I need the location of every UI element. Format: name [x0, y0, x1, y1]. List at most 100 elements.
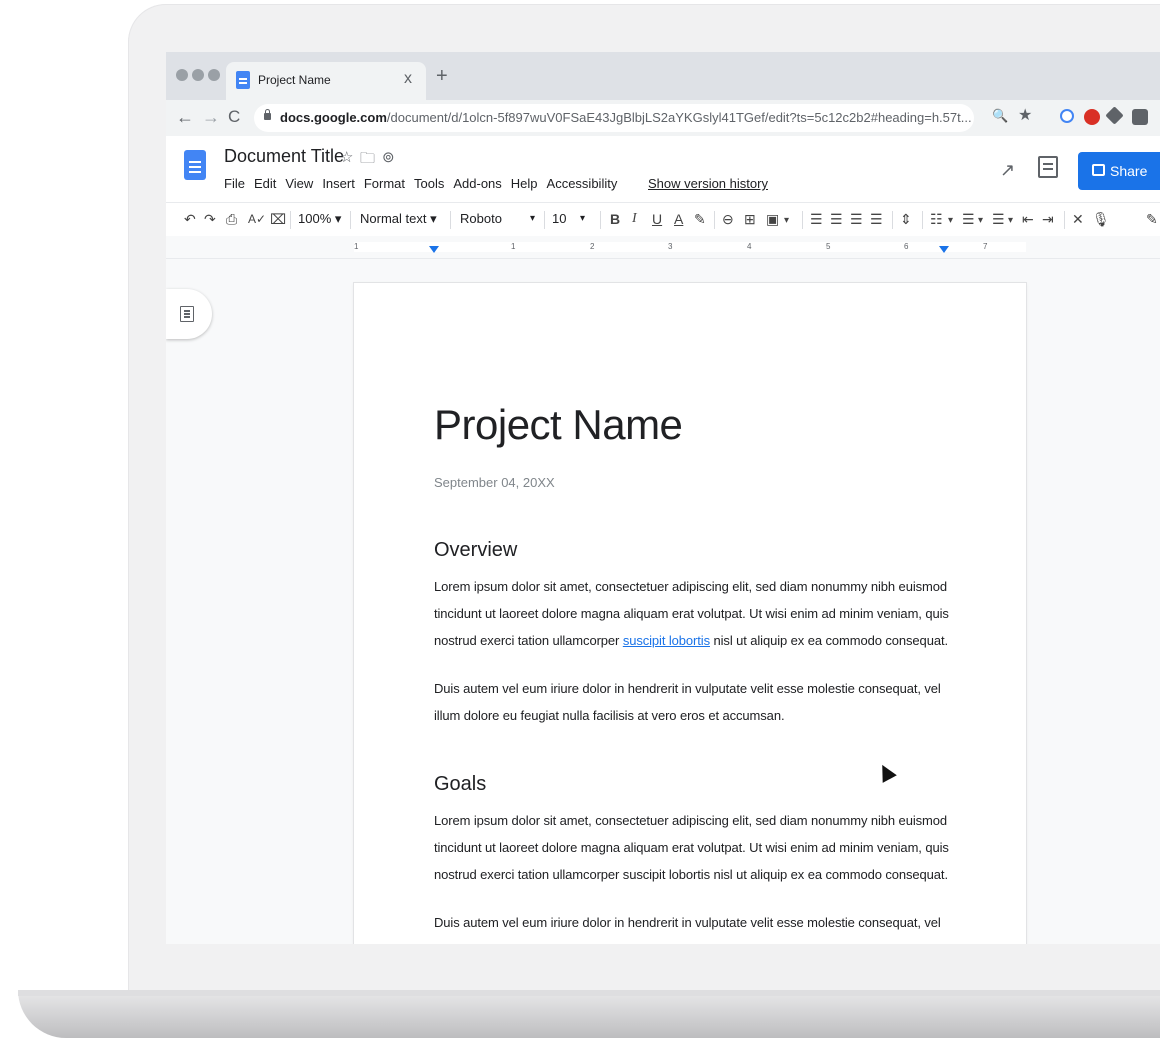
clear-formatting-icon[interactable]: ✕ — [1072, 210, 1084, 228]
increase-indent-icon[interactable]: ⇥ — [1042, 210, 1054, 228]
menu-add-ons[interactable]: Add-ons — [453, 176, 501, 191]
outline-icon — [180, 306, 194, 322]
window-zoom-dot[interactable] — [208, 69, 220, 81]
style-select[interactable]: Normal text ▾ — [360, 211, 437, 227]
back-button[interactable]: ← — [176, 107, 194, 127]
bookmark-star-icon[interactable]: ★ — [1018, 105, 1032, 125]
ruler-number: 1 — [354, 242, 359, 251]
microphone-icon[interactable]: 🎙 — [1092, 210, 1110, 228]
menu-help[interactable]: Help — [511, 176, 538, 191]
ruler-number: 7 — [983, 242, 988, 251]
zoom-icon[interactable]: 🔍 — [992, 108, 1008, 124]
menu-format[interactable]: Format — [364, 176, 405, 191]
folder-icon[interactable]: 🗀 — [360, 148, 375, 173]
align-center-icon[interactable]: ☰ — [830, 210, 843, 228]
font-select[interactable]: Roboto — [460, 211, 502, 226]
docs-logo-icon[interactable] — [184, 150, 206, 180]
tab-close-icon[interactable]: x — [404, 70, 412, 88]
browser-tab[interactable]: Project Name x — [226, 62, 426, 100]
share-lock-icon — [1092, 164, 1105, 176]
window-minimize-dot[interactable] — [192, 69, 204, 81]
ruler-number: 2 — [590, 242, 595, 251]
toolbar-divider — [1064, 211, 1065, 229]
highlight-icon[interactable]: ✎ — [694, 210, 706, 228]
style-value: Normal text — [360, 211, 427, 226]
cloud-status-icon[interactable]: ⊚ — [382, 148, 395, 166]
suscipit-lobortis-link[interactable]: suscipit lobortis — [623, 633, 710, 648]
numbered-list-icon[interactable]: ☰ — [962, 210, 975, 228]
line-spacing-icon[interactable]: ⇕ — [900, 210, 912, 228]
ruler-strip — [354, 242, 1026, 252]
url-path: /document/d/1olcn-5f897wuV0FSaE43JgBlbjL… — [386, 110, 972, 125]
menu-accessibility[interactable]: Accessibility — [547, 176, 618, 191]
toolbar-divider — [350, 211, 351, 229]
document-outline-button[interactable] — [166, 289, 212, 339]
text-color-button[interactable]: A — [674, 210, 683, 228]
overview-p1-text-end: nisl ut aliquip ex ea commodo consequat. — [709, 633, 948, 648]
bulleted-list-icon[interactable]: ☰ — [992, 210, 1005, 228]
drive-extension-icon[interactable] — [1105, 106, 1124, 125]
menu-edit[interactable]: Edit — [254, 176, 276, 191]
adblock-extension-icon[interactable] — [1084, 109, 1100, 125]
scissors-extension-icon[interactable] — [1060, 109, 1074, 123]
menu-view[interactable]: View — [285, 176, 313, 191]
menu-bar: File Edit View Insert Format Tools Add-ons Help… — [224, 176, 626, 191]
comments-icon[interactable] — [1038, 156, 1058, 178]
editing-mode-icon[interactable]: ✎ — [1146, 210, 1158, 228]
print-icon[interactable]: ⎙ — [226, 210, 237, 228]
underline-button[interactable]: U — [652, 210, 662, 228]
insert-image-icon[interactable]: ▣ — [766, 210, 779, 228]
laptop-hinge — [18, 990, 1160, 996]
align-right-icon[interactable]: ☰ — [850, 210, 863, 228]
font-size-dropdown-icon[interactable]: ▾ — [580, 213, 585, 224]
toolbar-divider — [600, 211, 601, 229]
ruler-number: 6 — [904, 242, 909, 251]
activity-trend-icon[interactable]: ↗ — [1000, 160, 1015, 181]
ruler-number: 4 — [747, 242, 752, 251]
window-close-dot[interactable] — [176, 69, 188, 81]
checklist-icon[interactable]: ☷ — [930, 210, 943, 228]
document-page[interactable]: Project Name September 04, 20XX Overview… — [354, 283, 1026, 944]
spellcheck-icon[interactable]: A✓ — [248, 210, 266, 228]
decrease-indent-icon[interactable]: ⇤ — [1022, 210, 1034, 228]
star-icon[interactable]: ☆ — [340, 148, 353, 166]
align-left-icon[interactable]: ☰ — [810, 210, 823, 228]
forward-button[interactable]: → — [202, 107, 220, 127]
document-title[interactable]: Document Title — [224, 146, 344, 167]
paint-format-icon[interactable]: ⌧ — [270, 210, 286, 228]
toolbar-divider — [290, 211, 291, 229]
font-dropdown-icon[interactable]: ▾ — [530, 213, 535, 224]
add-comment-icon[interactable]: ⊞ — [744, 210, 756, 228]
puzzle-extension-icon[interactable] — [1132, 109, 1148, 125]
menu-file[interactable]: File — [224, 176, 245, 191]
zoom-value: 100% — [298, 211, 332, 226]
toolbar-divider — [714, 211, 715, 229]
link-icon[interactable]: ⊖ — [722, 210, 734, 228]
italic-button[interactable]: I — [632, 210, 637, 228]
address-bar[interactable]: docs.google.com/document/d/1olcn-5f897wu… — [254, 104, 974, 132]
font-value: Roboto — [460, 211, 502, 226]
lock-icon — [264, 109, 271, 120]
undo-icon[interactable]: ↶ — [184, 210, 196, 228]
right-indent-marker[interactable] — [939, 246, 949, 253]
url-domain: docs.google.com — [280, 110, 387, 125]
zoom-select[interactable]: 100% ▾ — [298, 211, 341, 227]
bold-button[interactable]: B — [610, 210, 620, 228]
font-size-select[interactable]: 10 — [552, 211, 566, 226]
image-dropdown-icon[interactable]: ▾ — [784, 212, 789, 230]
numbered-list-dropdown-icon[interactable]: ▾ — [978, 212, 983, 230]
menu-insert[interactable]: Insert — [322, 176, 355, 191]
share-button[interactable]: Share — [1078, 152, 1160, 190]
reload-button[interactable]: C — [228, 107, 240, 127]
bulleted-list-dropdown-icon[interactable]: ▾ — [1008, 212, 1013, 230]
align-justify-icon[interactable]: ☰ — [870, 210, 883, 228]
left-indent-marker[interactable] — [429, 246, 439, 253]
document-date: September 04, 20XX — [434, 475, 555, 490]
redo-icon[interactable]: ↷ — [204, 210, 216, 228]
checklist-dropdown-icon[interactable]: ▾ — [948, 212, 953, 230]
menu-tools[interactable]: Tools — [414, 176, 444, 191]
new-tab-button[interactable]: + — [436, 66, 448, 86]
version-history-link[interactable]: Show version history — [648, 176, 768, 191]
toolbar-divider — [922, 211, 923, 229]
ruler: 1 1 2 3 4 5 6 7 — [166, 236, 1160, 259]
